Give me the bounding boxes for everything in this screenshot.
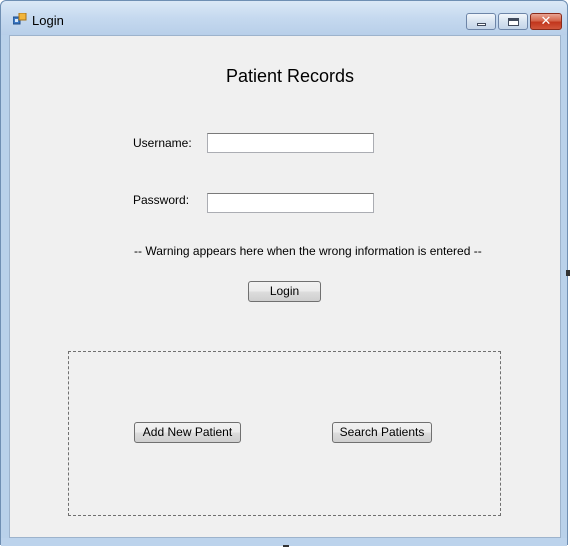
patient-actions-panel bbox=[68, 351, 501, 516]
close-icon: ✕ bbox=[540, 14, 552, 29]
search-patients-button[interactable]: Search Patients bbox=[332, 422, 432, 443]
add-new-patient-button[interactable]: Add New Patient bbox=[134, 422, 241, 443]
minimize-button[interactable] bbox=[466, 13, 496, 30]
minimize-icon bbox=[477, 23, 486, 26]
close-button[interactable]: ✕ bbox=[530, 13, 562, 30]
window-title: Login bbox=[32, 13, 64, 28]
form-client-area: Patient Records Username: Password: -- W… bbox=[9, 35, 561, 538]
maximize-icon bbox=[508, 18, 519, 26]
title-bar[interactable]: Login ✕ bbox=[1, 1, 567, 35]
password-label: Password: bbox=[133, 193, 190, 207]
warning-message: -- Warning appears here when the wrong i… bbox=[134, 244, 482, 258]
login-button[interactable]: Login bbox=[248, 281, 321, 302]
password-input[interactable] bbox=[207, 193, 374, 213]
maximize-button[interactable] bbox=[498, 13, 528, 30]
page-title: Patient Records bbox=[225, 66, 355, 86]
resize-marker-right bbox=[566, 270, 570, 276]
application-icon bbox=[13, 13, 27, 25]
login-window: Login ✕ Patient Records Username: Passwo… bbox=[0, 0, 568, 546]
username-label: Username: bbox=[133, 136, 192, 150]
username-input[interactable] bbox=[207, 133, 374, 153]
